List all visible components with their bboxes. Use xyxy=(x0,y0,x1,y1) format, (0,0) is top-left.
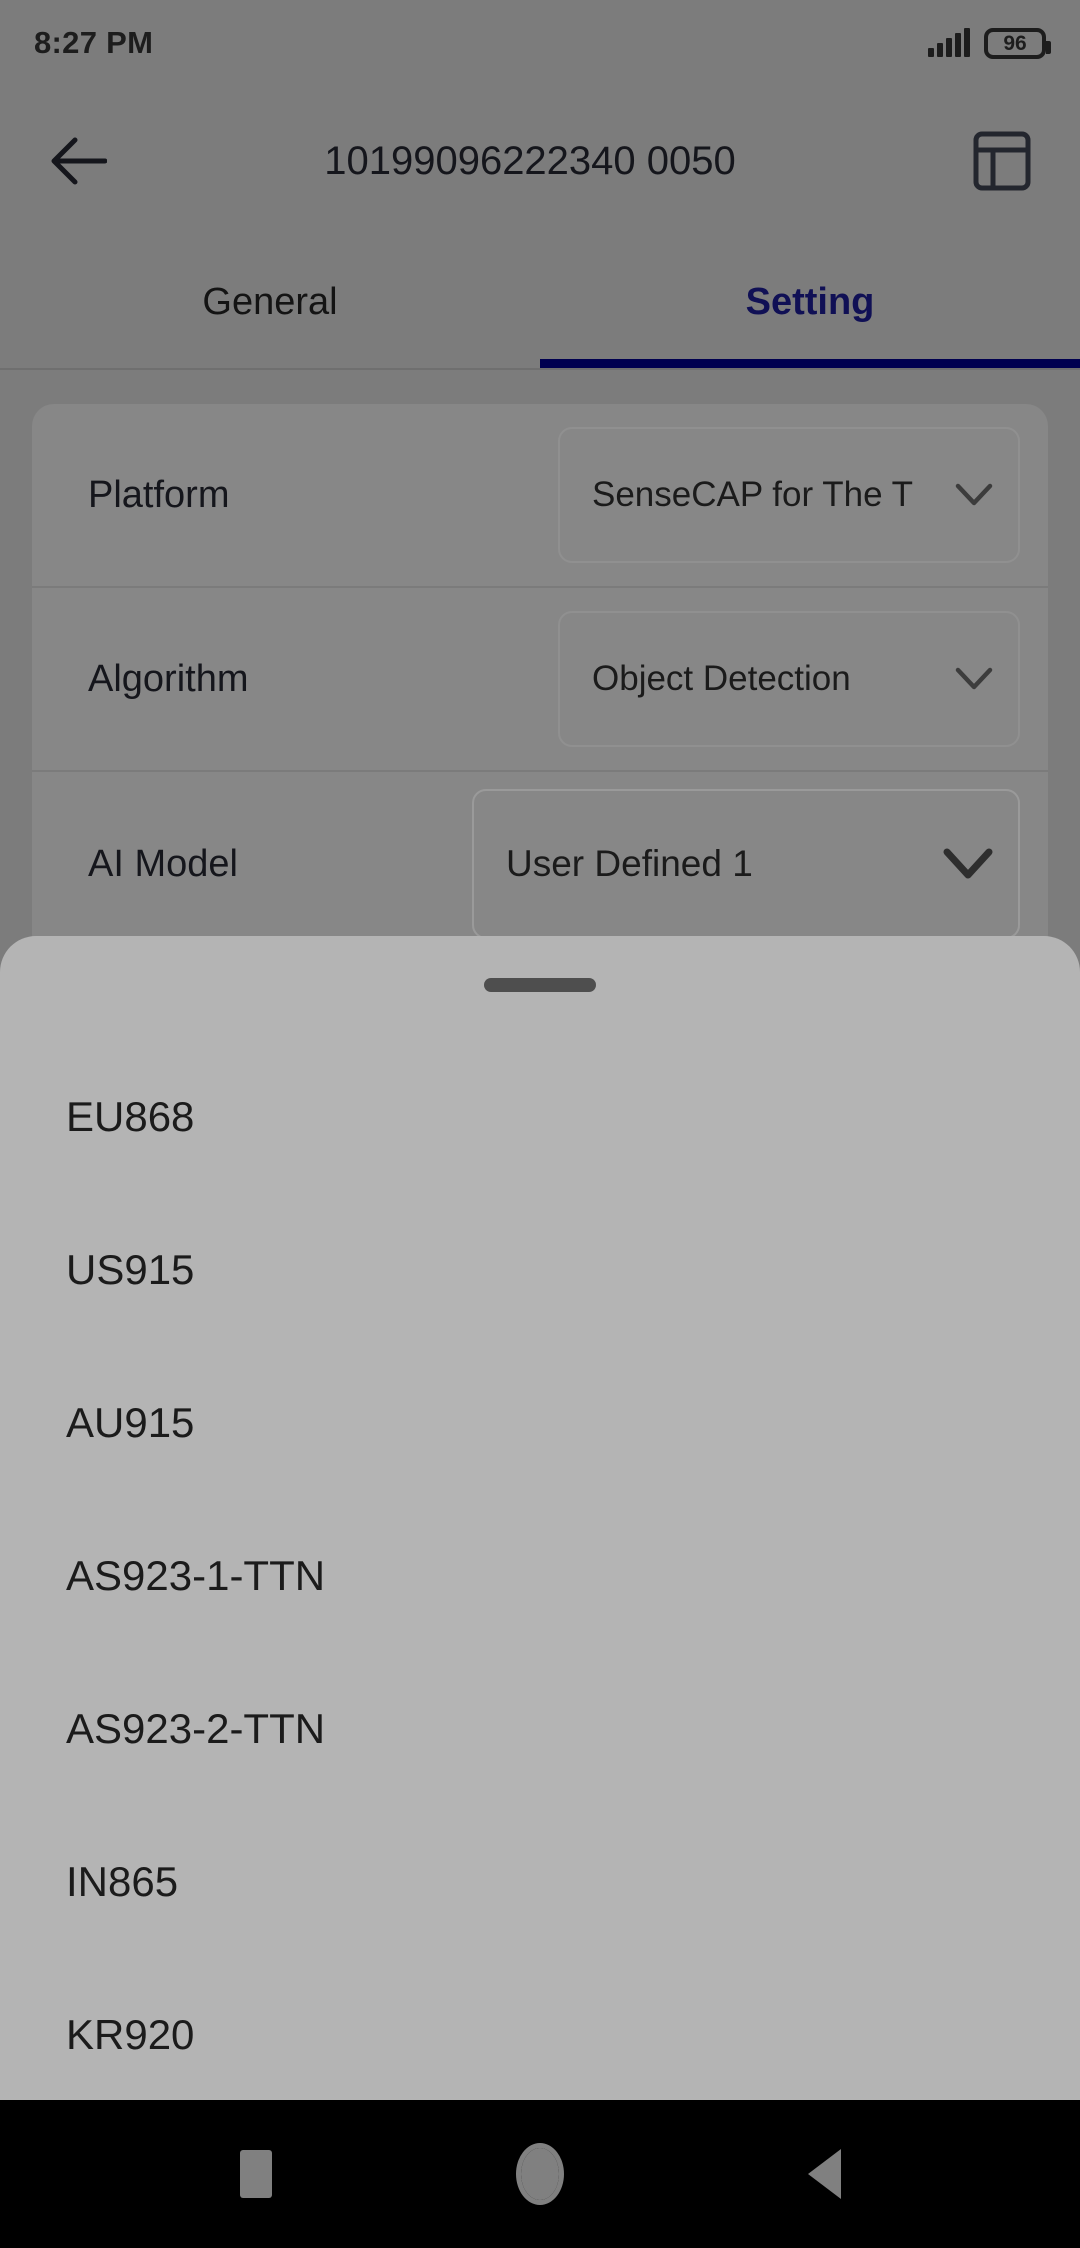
status-bar: 8:27 PM 96 xyxy=(0,0,1080,86)
list-item[interactable]: AS923-1-TTN xyxy=(0,1499,1080,1652)
circle-home-icon xyxy=(516,2143,564,2205)
option-list: EU868 US915 AU915 AS923-1-TTN AS923-2-TT… xyxy=(0,1040,1080,2100)
recents-button[interactable] xyxy=(208,2126,304,2222)
platform-dropdown-value: SenseCAP for The T xyxy=(592,475,914,514)
square-recents-icon xyxy=(240,2150,272,2198)
layout-panel-icon xyxy=(973,131,1031,191)
option-label: IN865 xyxy=(66,1857,179,1905)
tab-setting[interactable]: Setting xyxy=(540,236,1080,368)
setting-row-ai-model: AI Model User Defined 1 xyxy=(32,772,1048,956)
setting-label-algorithm: Algorithm xyxy=(88,657,249,700)
algorithm-dropdown-value: Object Detection xyxy=(592,659,851,698)
tab-bar: General Setting xyxy=(0,236,1080,370)
ai-model-dropdown[interactable]: User Defined 1 xyxy=(472,789,1020,939)
option-label: KR920 xyxy=(66,2010,195,2058)
chevron-down-icon xyxy=(955,483,993,506)
chevron-down-icon xyxy=(955,667,993,690)
algorithm-dropdown[interactable]: Object Detection xyxy=(558,611,1020,747)
option-label: AU915 xyxy=(66,1398,195,1446)
setting-label-platform: Platform xyxy=(88,473,230,516)
back-button-nav[interactable] xyxy=(776,2126,872,2222)
signal-bars-icon xyxy=(928,28,970,57)
drag-handle-icon[interactable] xyxy=(484,978,596,992)
tab-general[interactable]: General xyxy=(0,236,540,368)
status-bar-indicators: 96 xyxy=(928,27,1051,59)
platform-dropdown[interactable]: SenseCAP for The T xyxy=(558,427,1020,563)
list-item[interactable]: IN865 xyxy=(0,1805,1080,1958)
page-title: 10199096222340 0050 xyxy=(324,138,736,183)
android-navigation-bar xyxy=(0,2100,1080,2248)
tab-setting-label: Setting xyxy=(745,280,875,323)
list-item[interactable]: US915 xyxy=(0,1193,1080,1346)
setting-row-algorithm: Algorithm Object Detection xyxy=(32,588,1048,772)
list-item[interactable]: AS923-2-TTN xyxy=(0,1652,1080,1805)
option-label: US915 xyxy=(66,1245,195,1293)
option-label: AS923-1-TTN xyxy=(66,1551,326,1599)
bottom-sheet: EU868 US915 AU915 AS923-1-TTN AS923-2-TT… xyxy=(0,936,1080,2100)
layout-panel-button[interactable] xyxy=(966,125,1038,197)
ai-model-dropdown-value: User Defined 1 xyxy=(506,843,753,884)
chevron-down-icon xyxy=(943,848,993,879)
list-item[interactable]: KR920 xyxy=(0,1958,1080,2100)
status-bar-time: 8:27 PM xyxy=(34,25,154,60)
setting-label-ai-model: AI Model xyxy=(88,842,238,885)
triangle-back-icon xyxy=(807,2149,841,2199)
option-label: EU868 xyxy=(66,1092,195,1140)
tab-general-label: General xyxy=(202,280,338,323)
settings-card: Platform SenseCAP for The T Algorithm Ob… xyxy=(32,404,1048,956)
list-item[interactable]: AU915 xyxy=(0,1346,1080,1499)
option-label: AS923-2-TTN xyxy=(66,1704,326,1752)
battery-icon: 96 xyxy=(984,27,1051,59)
list-item[interactable]: EU868 xyxy=(0,1040,1080,1193)
setting-row-platform: Platform SenseCAP for The T xyxy=(32,404,1048,588)
app-bar: 10199096222340 0050 xyxy=(0,86,1080,236)
home-button[interactable] xyxy=(492,2126,588,2222)
battery-level-label: 96 xyxy=(1003,31,1027,55)
